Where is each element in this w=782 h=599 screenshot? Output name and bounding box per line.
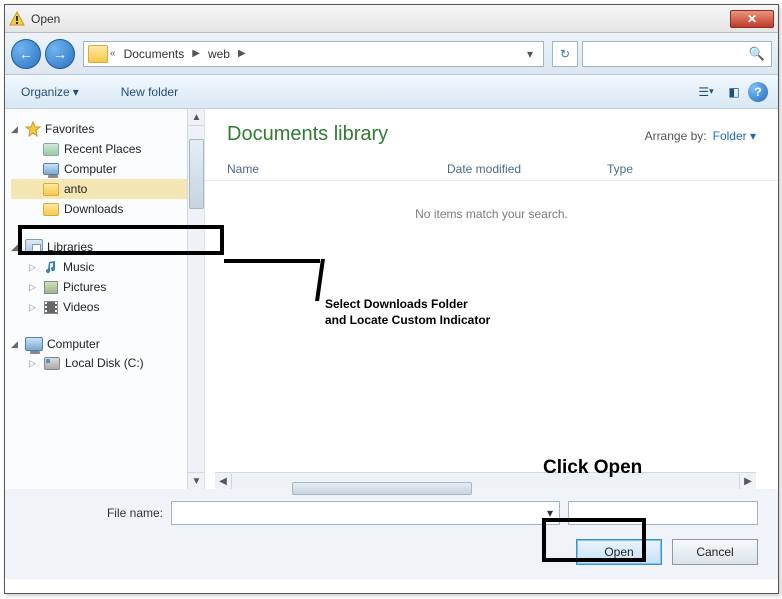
column-type[interactable]: Type (607, 162, 667, 176)
videos-icon (44, 301, 58, 314)
forward-button[interactable]: → (45, 39, 75, 69)
preview-pane-button[interactable]: ◧ (720, 81, 748, 103)
chevron-down-icon: ▾ (73, 85, 79, 99)
sidebar-section-libraries[interactable]: ◢ Libraries (11, 237, 200, 257)
view-options-button[interactable]: ☰▾ (692, 81, 720, 103)
breadcrumb[interactable]: « Documents ▶ web ▶ ▾ (83, 41, 544, 67)
chevron-down-icon: ▾ (709, 86, 714, 97)
sidebar: ◢ Favorites Recent Places Computer anto … (5, 109, 205, 489)
help-icon: ? (754, 85, 761, 99)
collapse-icon: ◢ (11, 242, 21, 253)
cancel-button[interactable]: Cancel (672, 539, 758, 565)
sidebar-section-favorites[interactable]: ◢ Favorites (11, 119, 200, 139)
new-folder-button[interactable]: New folder (115, 81, 184, 103)
panel-icon: ◧ (728, 85, 739, 99)
window-title: Open (31, 12, 730, 26)
chevron-right-icon: ▶ (238, 48, 246, 59)
library-title: Documents library (227, 123, 388, 146)
folder-icon (43, 203, 59, 216)
sidebar-section-computer[interactable]: ◢ Computer (11, 335, 200, 353)
chevron-down-icon[interactable]: ▾ (547, 506, 553, 520)
sidebar-item-computer-fav[interactable]: Computer (11, 159, 200, 179)
nav-bar: ← → « Documents ▶ web ▶ ▾ ↻ 🔍 (5, 33, 778, 75)
app-icon (9, 11, 25, 27)
back-button[interactable]: ← (11, 39, 41, 69)
sidebar-item-downloads[interactable]: Downloads (11, 199, 200, 219)
breadcrumb-dropdown[interactable]: ▾ (521, 47, 539, 61)
arrow-right-icon: → (53, 46, 67, 62)
breadcrumb-documents[interactable]: Documents (118, 47, 191, 61)
scroll-thumb[interactable] (292, 482, 472, 495)
scroll-down-button[interactable]: ▼ (188, 472, 205, 489)
sidebar-item-recent-places[interactable]: Recent Places (11, 139, 200, 159)
column-headers: Name Date modified Type (205, 152, 778, 181)
filename-label: File name: (85, 506, 163, 520)
sidebar-item-local-disk-c[interactable]: ▷Local Disk (C:) (11, 353, 200, 373)
scroll-right-button[interactable]: ▶ (739, 474, 756, 489)
sidebar-item-pictures[interactable]: ▷Pictures (11, 277, 200, 297)
column-name[interactable]: Name (227, 162, 447, 176)
help-button[interactable]: ? (748, 82, 768, 102)
column-date-modified[interactable]: Date modified (447, 162, 607, 176)
annotation-text-downloads: Select Downloads Folder and Locate Custo… (325, 296, 490, 328)
content-pane: Documents library Arrange by: Folder ▾ N… (205, 109, 778, 489)
breadcrumb-web[interactable]: web (202, 47, 236, 61)
filename-input[interactable]: ▾ (171, 501, 560, 525)
footer: File name: ▾ Open Cancel (5, 489, 778, 579)
scroll-up-button[interactable]: ▲ (188, 109, 205, 126)
arrange-by: Arrange by: Folder ▾ (645, 123, 756, 143)
organize-button[interactable]: Organize▾ (15, 81, 85, 103)
pictures-icon (44, 281, 58, 294)
chevron-left-icon: « (110, 48, 116, 59)
recent-places-icon (43, 143, 59, 156)
sidebar-item-videos[interactable]: ▷Videos (11, 297, 200, 317)
annotation-text-open: Click Open (543, 455, 642, 481)
folder-icon (88, 45, 108, 63)
open-button[interactable]: Open (576, 539, 662, 565)
arrange-by-dropdown[interactable]: Folder ▾ (713, 129, 756, 143)
expand-icon: ▷ (29, 282, 39, 293)
search-icon: 🔍 (749, 46, 765, 62)
search-input[interactable]: 🔍 (582, 41, 772, 67)
refresh-button[interactable]: ↻ (552, 41, 578, 67)
music-icon (44, 260, 58, 274)
expand-icon: ▷ (29, 358, 39, 369)
sidebar-scrollbar[interactable]: ▲ ▼ (187, 109, 204, 489)
expand-icon: ▷ (29, 302, 39, 313)
computer-icon (25, 337, 43, 351)
folder-icon (43, 183, 59, 196)
libraries-icon (25, 239, 43, 255)
chevron-down-icon: ▾ (750, 129, 756, 143)
titlebar: Open ✕ (5, 5, 778, 33)
disk-icon (44, 357, 60, 370)
sidebar-item-music[interactable]: ▷Music (11, 257, 200, 277)
scroll-left-button[interactable]: ◀ (215, 474, 232, 489)
arrow-left-icon: ← (19, 46, 33, 62)
collapse-icon: ◢ (11, 124, 21, 135)
empty-message: No items match your search. (205, 181, 778, 472)
close-button[interactable]: ✕ (730, 10, 774, 28)
collapse-icon: ◢ (11, 339, 21, 350)
horizontal-scrollbar[interactable]: ◀ ▶ (215, 472, 756, 489)
close-icon: ✕ (747, 12, 757, 26)
annotation-leader-line (224, 259, 320, 263)
refresh-icon: ↻ (560, 47, 570, 61)
sidebar-item-anto[interactable]: anto (11, 179, 200, 199)
file-type-filter[interactable] (568, 501, 758, 525)
toolbar: Organize▾ New folder ☰▾ ◧ ? (5, 75, 778, 109)
expand-icon: ▷ (29, 262, 39, 273)
star-icon (25, 121, 41, 137)
chevron-right-icon: ▶ (192, 48, 200, 59)
scroll-thumb[interactable] (189, 139, 204, 209)
computer-icon (43, 163, 59, 175)
list-view-icon: ☰ (698, 85, 709, 99)
